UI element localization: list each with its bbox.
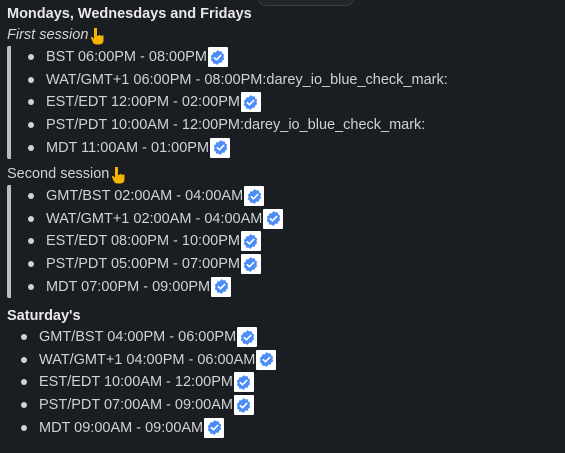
blue-check-mark-icon — [256, 349, 277, 370]
time-range-text: GMT/BST 02:00AM - 04:00AM — [46, 188, 244, 205]
list-item: MDT 09:00AM - 09:00AM — [21, 416, 565, 439]
first-session-title: First session — [7, 24, 565, 46]
time-range-text: BST 06:00PM - 08:00PM — [46, 49, 207, 66]
blue-check-mark-icon — [244, 186, 265, 207]
list-item: MDT 07:00PM - 09:00PM — [28, 275, 565, 298]
bullet-icon — [28, 76, 34, 83]
bullet-icon — [28, 215, 34, 222]
time-range-text: PST/PDT 10:00AM - 12:00PM:darey_io_blue_… — [46, 117, 426, 134]
blue-check-mark-icon — [237, 327, 258, 348]
list-item: EST/EDT 12:00PM - 02:00PM — [28, 91, 565, 114]
time-range-text: PST/PDT 07:00AM - 09:00AM — [39, 397, 233, 414]
time-range-text: WAT/GMT+1 02:00AM - 04:00AM — [46, 210, 263, 227]
bullet-icon — [28, 122, 34, 129]
time-range-text: WAT/GMT+1 06:00PM - 08:00PM:darey_io_blu… — [46, 71, 448, 88]
pointing-down-hand-icon — [91, 28, 104, 45]
blue-check-mark-icon — [207, 47, 228, 68]
list-item: GMT/BST 02:00AM - 04:00AM — [28, 185, 565, 208]
first-session-list: BST 06:00PM - 08:00PM WAT/GMT+1 06:00PM -… — [11, 46, 565, 159]
bullet-icon — [28, 99, 34, 106]
bullet-icon — [28, 238, 34, 245]
schedule-heading: Mondays, Wednesdays and Fridays — [7, 6, 252, 22]
time-range-text: EST/EDT 10:00AM - 12:00PM — [39, 374, 233, 391]
blue-check-mark-icon — [263, 208, 284, 229]
second-session-label: Second session — [7, 165, 110, 182]
blue-check-mark-icon — [204, 417, 225, 438]
blue-check-mark-icon — [210, 137, 231, 158]
time-range-text: PST/PDT 05:00PM - 07:00PM — [46, 256, 240, 273]
blue-check-mark-icon — [233, 372, 254, 393]
blue-check-mark-icon — [240, 254, 261, 275]
bullet-icon — [28, 144, 34, 151]
list-item: WAT/GMT+1 04:00PM - 06:00AM — [21, 349, 565, 372]
list-item: EST/EDT 08:00PM - 10:00PM — [28, 230, 565, 253]
second-session-list: GMT/BST 02:00AM - 04:00AM WAT/GMT+1 02:00… — [11, 185, 565, 298]
message-body: Mondays, Wednesdays and Fridays First se… — [7, 4, 565, 439]
time-range-text: EST/EDT 08:00PM - 10:00PM — [46, 233, 240, 250]
bullet-icon — [21, 356, 27, 363]
time-range-text: WAT/GMT+1 04:00PM - 06:00AM — [39, 351, 256, 368]
list-item: PST/PDT 07:00AM - 09:00AM — [21, 394, 565, 417]
list-item: PST/PDT 10:00AM - 12:00PM:darey_io_blue_… — [28, 114, 565, 137]
list-item: MDT 11:00AM - 01:00PM — [28, 136, 565, 159]
time-range-text: MDT 07:00PM - 09:00PM — [46, 278, 211, 295]
bullet-icon — [21, 424, 27, 431]
list-item: WAT/GMT+1 02:00AM - 04:00AM — [28, 208, 565, 231]
list-item: GMT/BST 04:00PM - 06:00PM — [21, 326, 565, 349]
list-item: WAT/GMT+1 06:00PM - 08:00PM:darey_io_blu… — [28, 69, 565, 92]
saturday-list: GMT/BST 04:00PM - 06:00PM WAT/GMT+1 04:00… — [7, 326, 565, 439]
second-session-quote: GMT/BST 02:00AM - 04:00AM WAT/GMT+1 02:00… — [7, 184, 565, 298]
list-item: EST/EDT 10:00AM - 12:00PM — [21, 371, 565, 394]
bullet-icon — [21, 334, 27, 341]
time-range-text: GMT/BST 04:00PM - 06:00PM — [39, 329, 237, 346]
blue-check-mark-icon — [233, 395, 254, 416]
saturday-heading: Saturday's — [7, 307, 81, 324]
saturday-section: GMT/BST 04:00PM - 06:00PM WAT/GMT+1 04:00… — [7, 326, 565, 439]
blue-check-mark-icon — [240, 231, 261, 252]
blue-check-mark-icon — [211, 276, 232, 297]
pointing-down-hand-icon — [112, 166, 125, 184]
bullet-icon — [28, 283, 34, 290]
list-item: PST/PDT 05:00PM - 07:00PM — [28, 253, 565, 276]
second-session-title: Second session — [7, 163, 565, 185]
bullet-icon — [21, 402, 27, 409]
time-range-text: MDT 09:00AM - 09:00AM — [39, 419, 204, 436]
blue-check-mark-icon — [240, 92, 261, 113]
bullet-icon — [28, 54, 34, 61]
bullet-icon — [28, 193, 34, 200]
bullet-icon — [28, 261, 34, 268]
time-range-text: EST/EDT 12:00PM - 02:00PM — [46, 94, 240, 111]
time-range-text: MDT 11:00AM - 01:00PM — [46, 139, 210, 156]
first-session-quote: BST 06:00PM - 08:00PM WAT/GMT+1 06:00PM -… — [7, 46, 565, 159]
list-item: BST 06:00PM - 08:00PM — [28, 46, 565, 69]
first-session-label: First session — [7, 27, 89, 43]
bullet-icon — [21, 379, 27, 386]
